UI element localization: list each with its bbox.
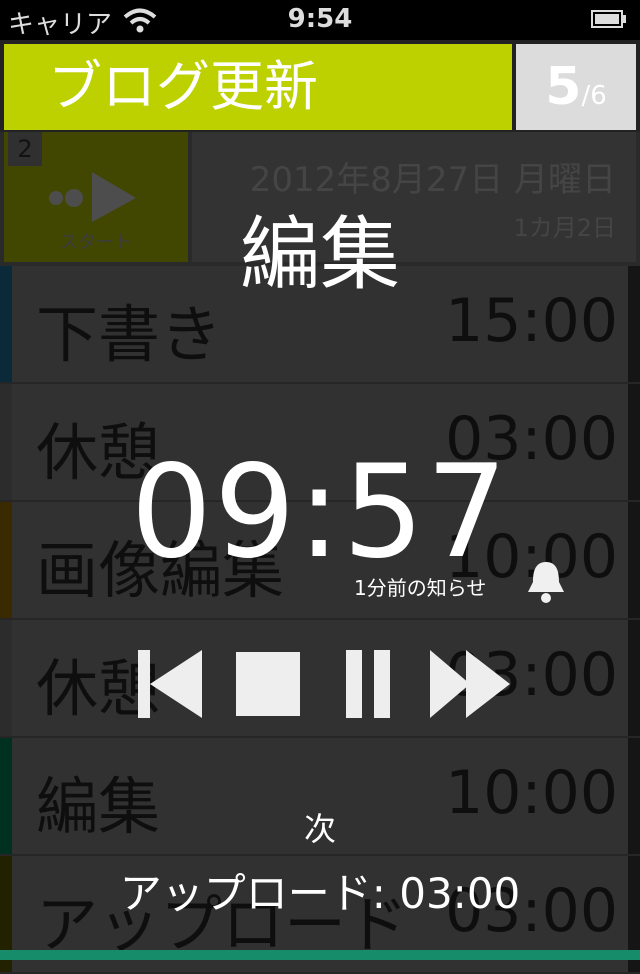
bell-icon[interactable]: [524, 558, 568, 604]
fast-forward-icon[interactable]: [428, 646, 512, 722]
timer-overlay: 編集 09:57 1分前の知らせ 次 アップロード: 03:00: [0, 0, 640, 960]
pause-icon[interactable]: [344, 646, 394, 722]
skip-back-icon[interactable]: [134, 646, 204, 722]
reminder-label: 1分前の知らせ: [354, 576, 487, 600]
playback-controls: [134, 646, 514, 722]
next-task: アップロード: 03:00: [119, 869, 521, 918]
bottom-strip: [0, 950, 640, 960]
current-task-title: 編集: [240, 208, 400, 301]
stop-icon[interactable]: [234, 646, 304, 722]
next-label: 次: [303, 810, 336, 848]
